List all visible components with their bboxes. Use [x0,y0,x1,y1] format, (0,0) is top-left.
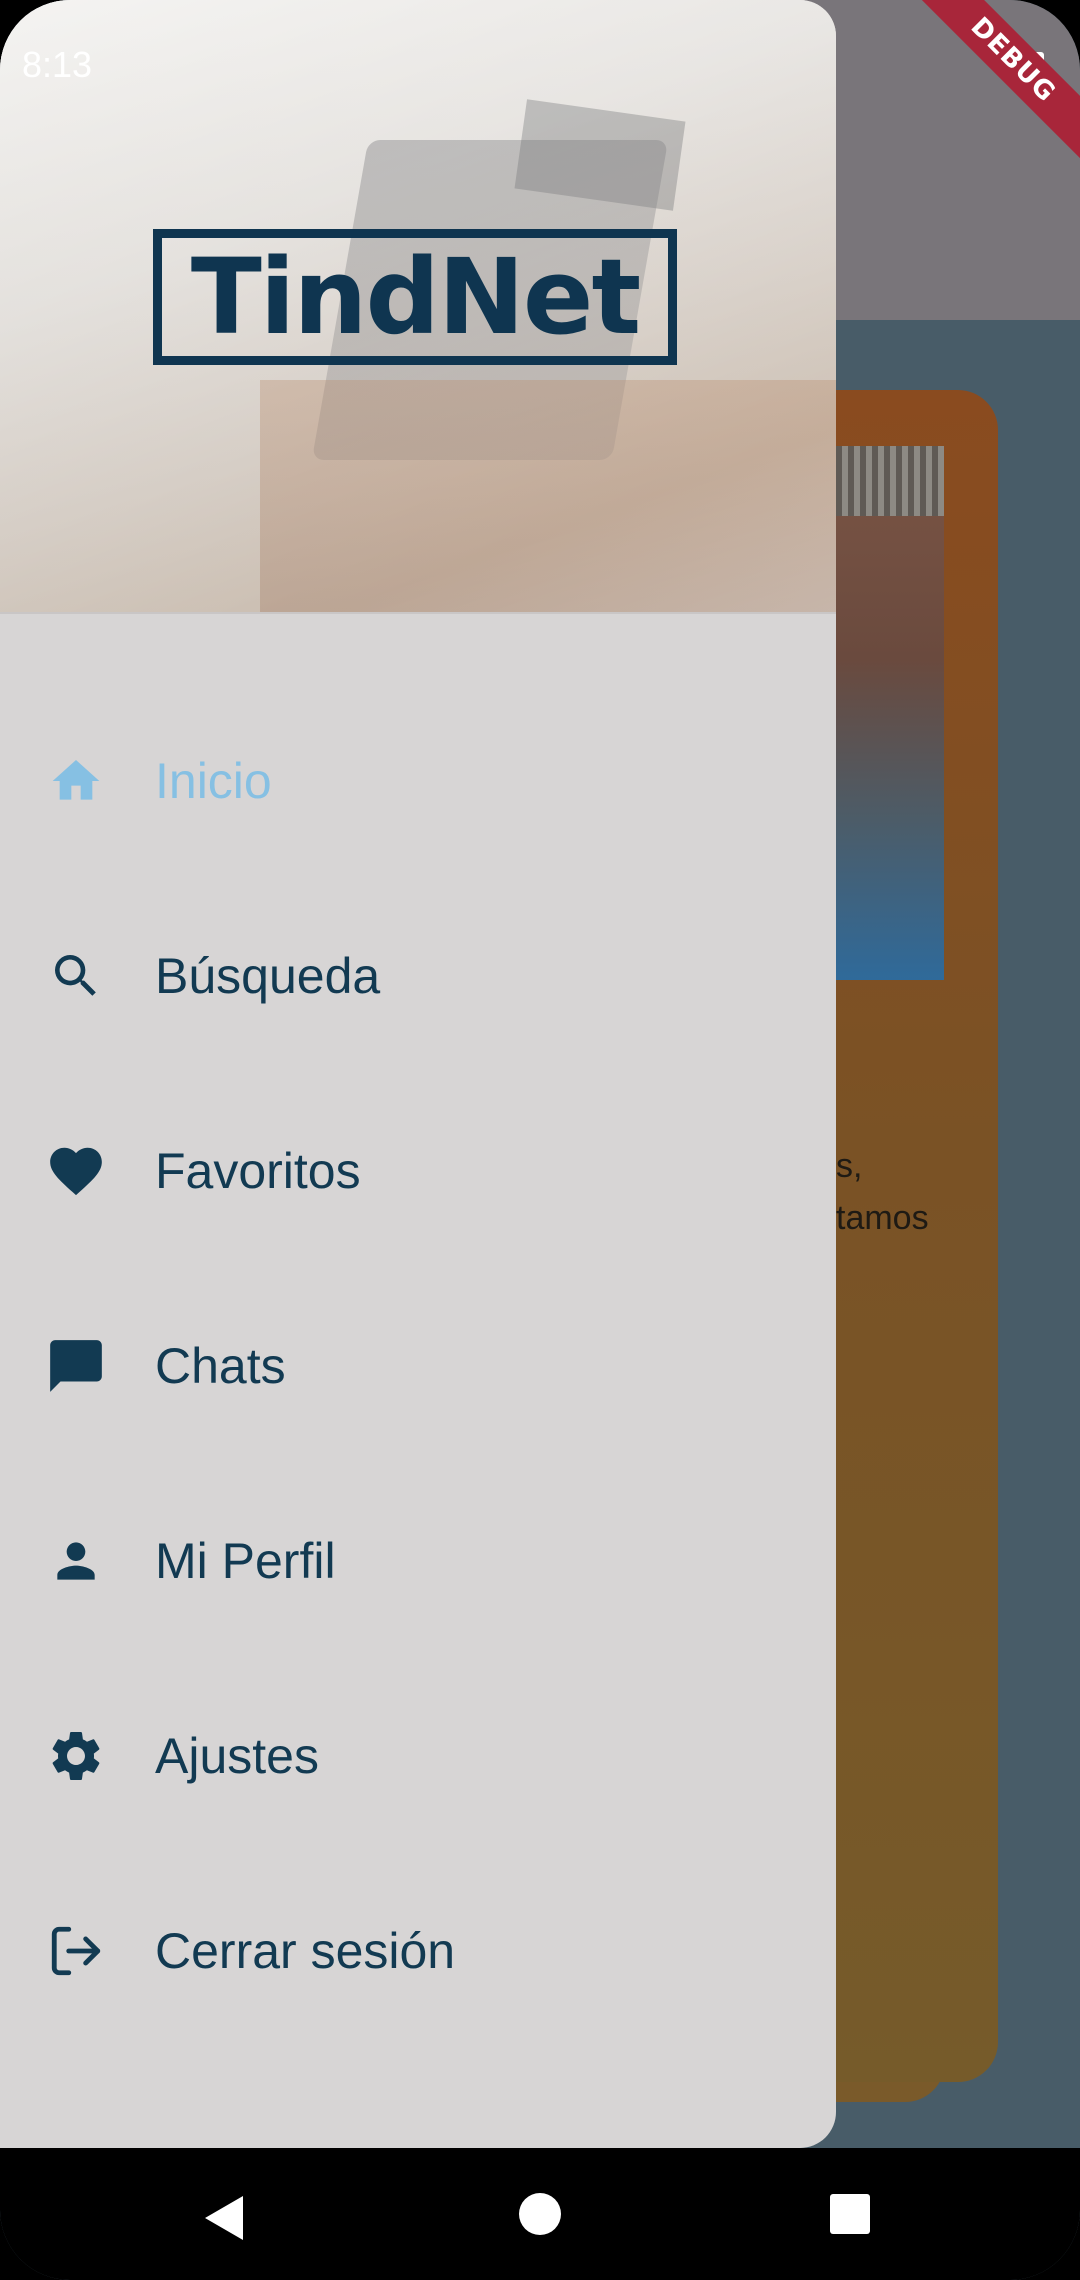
menu-item-label: Ajustes [155,1727,319,1784]
menu-item-ajustes[interactable]: Ajustes [0,1658,836,1853]
phone-screen: s, tamos DEBUG TindNet 8:13 Inicio Búsqu… [0,0,1080,2280]
menu-item-label: Chats [155,1337,286,1394]
menu-item-chats[interactable]: Chats [0,1268,836,1463]
gear-icon [44,1724,108,1788]
menu-item-mi-perfil[interactable]: Mi Perfil [0,1463,836,1658]
menu-item-label: Cerrar sesión [155,1922,456,1979]
card-photo [836,446,944,980]
menu-item-label: Favoritos [155,1142,361,1199]
header-photo-desk [260,380,836,612]
app-logo: TindNet [153,229,677,365]
menu-item-label: Mi Perfil [155,1532,336,1589]
home-icon [44,749,108,813]
home-button-icon[interactable] [519,2193,561,2235]
menu-item-cerrar-sesion[interactable]: Cerrar sesión [0,1853,836,2048]
menu-item-label: Búsqueda [155,947,381,1004]
recents-icon[interactable] [830,2194,870,2234]
status-time: 8:13 [22,44,93,85]
menu-item-label: Inicio [155,752,272,809]
navigation-drawer: TindNet 8:13 Inicio Búsqueda Favoritos C… [0,0,836,2148]
card-description: s, tamos [836,1147,929,1237]
heart-icon [44,1139,108,1203]
menu-item-inicio[interactable]: Inicio [0,683,836,878]
menu-item-favoritos[interactable]: Favoritos [0,1073,836,1268]
logout-icon [44,1919,108,1983]
search-icon [44,944,108,1008]
chat-icon [44,1334,108,1398]
menu-item-busqueda[interactable]: Búsqueda [0,878,836,1073]
back-icon[interactable] [205,2196,243,2240]
person-icon [44,1529,108,1593]
drawer-header: TindNet 8:13 [0,0,836,614]
